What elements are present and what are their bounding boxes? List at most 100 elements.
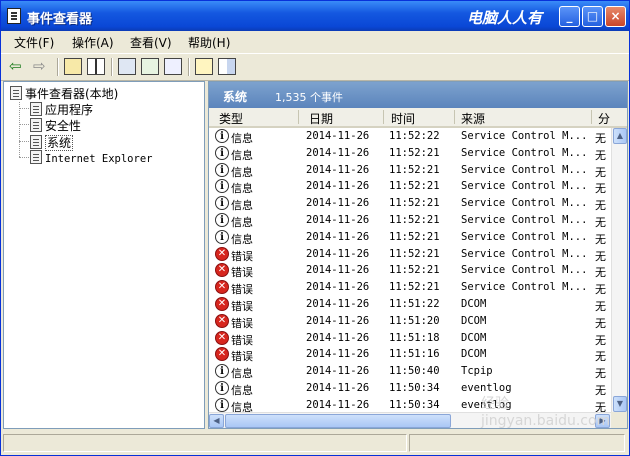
event-time: 11:52:21 [389,180,440,193]
close-button[interactable]: × [605,6,626,27]
event-time: 11:51:16 [389,348,440,361]
event-row[interactable]: i 信息 2014-11-26 11:52:21 Service Control M..… [209,178,611,195]
event-category: 无 [595,300,606,313]
tree-item-label: 安全性 [45,119,82,133]
maximize-button[interactable]: □ [582,6,603,27]
tree-connector [19,108,29,109]
event-time: 11:52:21 [389,247,440,260]
event-type: 错误 [231,283,253,297]
close-icon: × [610,9,621,23]
up-folder-icon[interactable] [64,58,82,75]
event-type: 错误 [231,333,253,347]
tree-connector [19,124,29,125]
event-row[interactable]: i 信息 2014-11-26 11:52:22 Service Control M..… [209,128,611,145]
export-icon[interactable] [164,58,182,75]
title-bar[interactable]: 事件查看器 电脑人人有 _ □ × [1,1,629,31]
column-divider[interactable] [591,110,592,124]
column-header-time[interactable]: 时间 [391,110,415,127]
event-row[interactable]: i 信息 2014-11-26 11:50:34 eventlog 无 [209,397,611,412]
minimize-button[interactable]: _ [559,6,580,27]
column-divider[interactable] [298,110,299,124]
scroll-up-button[interactable]: ▲ [613,128,627,144]
log-icon [30,118,42,132]
info-icon: i [215,162,229,177]
event-row[interactable]: ✕ 错误 2014-11-26 11:52:21 Service Control M..… [209,246,611,263]
horizontal-scroll-thumb[interactable] [225,414,451,428]
event-row[interactable]: i 信息 2014-11-26 11:52:21 Service Control M..… [209,229,611,246]
event-row[interactable]: ✕ 错误 2014-11-26 11:51:22 DCOM 无 [209,296,611,313]
event-row[interactable]: i 信息 2014-11-26 11:52:21 Service Control M..… [209,145,611,162]
event-row[interactable]: ✕ 错误 2014-11-26 11:51:20 DCOM 无 [209,313,611,330]
scrollbar-corner [611,412,627,428]
event-type: 信息 [231,199,253,213]
event-row[interactable]: ✕ 错误 2014-11-26 11:52:21 Service Control M..… [209,279,611,296]
show-hide-tree-icon[interactable] [87,58,105,75]
event-category: 无 [595,400,606,412]
tree-item-system[interactable]: 系统 [30,134,74,151]
properties-icon[interactable] [118,58,136,75]
event-row[interactable]: i 信息 2014-11-26 11:50:34 eventlog 无 [209,380,611,397]
event-type: 错误 [231,300,253,313]
event-date: 2014-11-26 [306,163,370,176]
scroll-down-button[interactable]: ▼ [613,396,627,412]
toolbar: ⇦ ⇨ [1,53,629,81]
column-header-source[interactable]: 来源 [461,110,485,127]
toolbar-separator [188,58,190,76]
event-category: 无 [595,283,606,297]
event-row[interactable]: ✕ 错误 2014-11-26 11:52:21 Service Control M..… [209,262,611,279]
column-header-category[interactable]: 分 [598,110,610,127]
event-type: 信息 [231,232,253,246]
refresh-icon[interactable] [141,58,159,75]
event-date: 2014-11-26 [306,298,370,310]
tree-item-application[interactable]: 应用程序 [30,101,93,118]
event-source: Service Control M... [461,281,588,294]
back-arrow-icon[interactable]: ⇦ [9,58,22,75]
horizontal-scrollbar[interactable]: ◀ ▶ [209,412,611,428]
event-time: 11:51:18 [389,331,440,344]
event-row[interactable]: i 信息 2014-11-26 11:50:40 Tcpip 无 [209,363,611,380]
event-source: DCOM [461,348,487,361]
error-icon: ✕ [215,330,229,345]
event-date: 2014-11-26 [306,365,370,378]
column-header-type[interactable]: 类型 [219,110,243,127]
event-type: 错误 [231,316,253,330]
menu-view[interactable]: 查看(V) [130,34,172,51]
event-source: Service Control M... [461,180,588,193]
tree-pane[interactable]: 事件查看器(本地) 应用程序 安全性 系统 Internet Explorer [3,81,205,429]
tree-item-internet-explorer[interactable]: Internet Explorer [30,150,152,165]
scroll-right-button[interactable]: ▶ [595,414,610,428]
event-category: 无 [595,216,606,229]
event-date: 2014-11-26 [306,146,370,159]
vertical-scrollbar[interactable]: ▲ ▼ [611,128,627,412]
event-row[interactable]: ✕ 错误 2014-11-26 11:51:18 DCOM 无 [209,330,611,347]
event-time: 11:51:22 [389,298,440,310]
maximize-icon: □ [586,9,599,23]
event-time: 11:52:21 [389,146,440,159]
status-bar [1,431,629,455]
error-icon: ✕ [215,347,229,362]
event-source: DCOM [461,314,487,327]
status-panel-main [3,434,407,452]
event-row[interactable]: i 信息 2014-11-26 11:52:21 Service Control M..… [209,162,611,179]
forward-arrow-icon[interactable]: ⇨ [33,58,46,75]
menu-file[interactable]: 文件(F) [14,34,54,51]
event-source: Service Control M... [461,214,588,226]
tree-root[interactable]: 事件查看器(本地) [10,85,118,102]
console-icon[interactable] [218,58,236,75]
column-header-date[interactable]: 日期 [309,110,333,127]
menu-action[interactable]: 操作(A) [72,34,114,51]
event-row[interactable]: i 信息 2014-11-26 11:52:21 Service Control M..… [209,195,611,212]
help-icon[interactable] [195,58,213,75]
column-divider[interactable] [383,110,384,124]
pane-title: 系统 [223,90,248,104]
event-list[interactable]: i 信息 2014-11-26 11:52:22 Service Control M..… [209,128,611,412]
scroll-left-button[interactable]: ◀ [209,414,224,428]
column-divider[interactable] [454,110,455,124]
event-row[interactable]: i 信息 2014-11-26 11:52:21 Service Control M..… [209,212,611,229]
event-type: 信息 [231,400,253,412]
event-type: 信息 [231,216,253,229]
event-row[interactable]: ✕ 错误 2014-11-26 11:51:16 DCOM 无 [209,346,611,363]
menu-help[interactable]: 帮助(H) [188,34,230,51]
event-time: 11:51:20 [389,314,440,327]
tree-item-security[interactable]: 安全性 [30,117,81,134]
